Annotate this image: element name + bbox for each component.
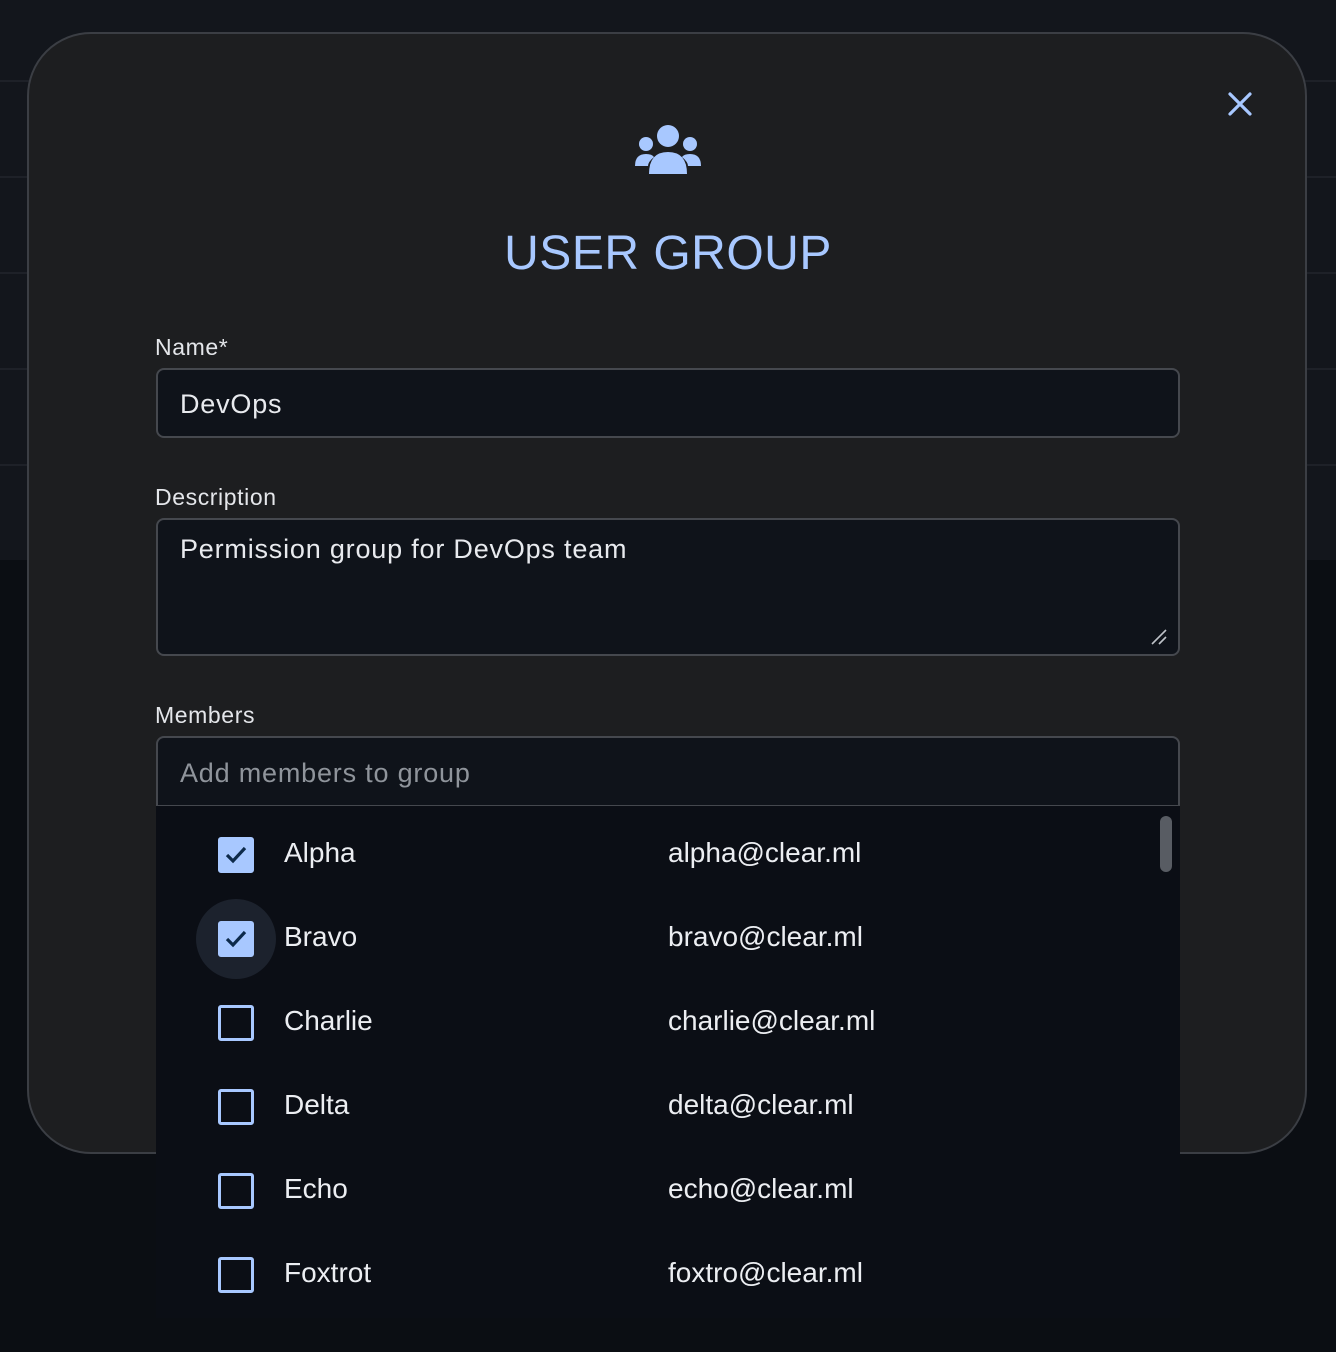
checkbox-unchecked[interactable] <box>218 1173 254 1209</box>
checkbox-unchecked[interactable] <box>218 1257 254 1293</box>
member-email: charlie@clear.ml <box>668 1005 875 1037</box>
name-input[interactable]: DevOps <box>156 368 1180 438</box>
member-email: delta@clear.ml <box>668 1089 854 1121</box>
dropdown-scrollbar[interactable] <box>1160 816 1172 872</box>
member-option[interactable]: Bravo bravo@clear.ml <box>156 890 1156 974</box>
name-label: Name* <box>155 334 228 361</box>
member-email: alpha@clear.ml <box>668 837 861 869</box>
resize-handle-icon[interactable] <box>1150 628 1168 646</box>
member-name: Delta <box>284 1089 349 1121</box>
members-dropdown: Alpha alpha@clear.ml Bravo bravo@clear.m… <box>156 806 1180 1318</box>
checkbox-unchecked[interactable] <box>218 1005 254 1041</box>
description-text: Permission group for DevOps team <box>180 534 627 564</box>
member-name: Foxtrot <box>284 1257 371 1289</box>
member-option[interactable]: Alpha alpha@clear.ml <box>156 806 1156 890</box>
close-button[interactable] <box>1222 86 1258 122</box>
member-option[interactable]: Echo echo@clear.ml <box>156 1142 1156 1226</box>
member-name: Bravo <box>284 921 357 953</box>
member-name: Alpha <box>284 837 356 869</box>
member-option[interactable]: Charlie charlie@clear.ml <box>156 974 1156 1058</box>
members-label: Members <box>155 702 255 729</box>
member-option[interactable]: Delta delta@clear.ml <box>156 1058 1156 1142</box>
description-label: Description <box>155 484 277 511</box>
member-email: echo@clear.ml <box>668 1173 854 1205</box>
member-email: bravo@clear.ml <box>668 921 863 953</box>
checkbox-checked[interactable] <box>218 921 254 957</box>
members-search-input[interactable]: Add members to group <box>156 736 1180 807</box>
dialog-title: USER GROUP <box>0 226 1336 281</box>
check-icon <box>223 842 249 868</box>
check-icon <box>223 926 249 952</box>
member-name: Echo <box>284 1173 348 1205</box>
member-name: Charlie <box>284 1005 373 1037</box>
member-option[interactable]: Foxtrot foxtro@clear.ml <box>156 1226 1156 1310</box>
member-email: foxtro@clear.ml <box>668 1257 863 1289</box>
description-textarea[interactable]: Permission group for DevOps team <box>156 518 1180 656</box>
user-group-icon <box>634 122 702 178</box>
checkbox-checked[interactable] <box>218 837 254 873</box>
checkbox-unchecked[interactable] <box>218 1089 254 1125</box>
close-icon <box>1222 86 1258 122</box>
